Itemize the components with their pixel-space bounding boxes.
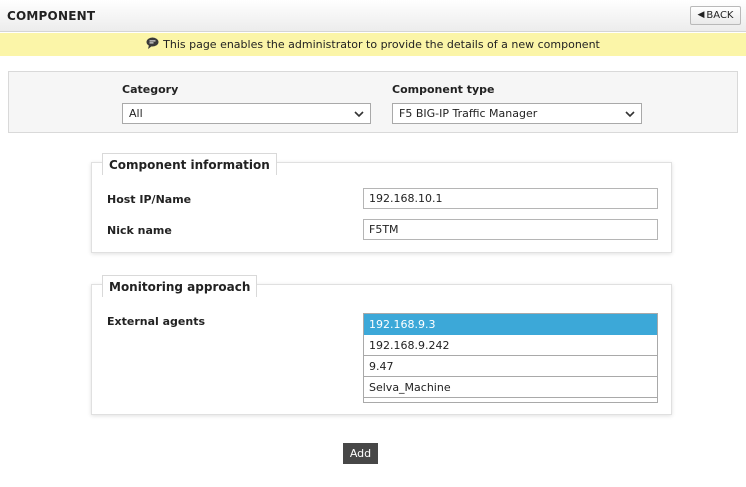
external-agents-label: External agents — [107, 315, 206, 328]
speech-bubble-icon — [146, 37, 159, 49]
agent-item[interactable]: Selva_Machine — [364, 377, 657, 398]
agent-item[interactable]: 192.168.9.3 — [364, 314, 657, 335]
component-type-select[interactable]: F5 BIG-IP Traffic Manager — [392, 103, 642, 124]
back-arrow-icon: ◀ — [697, 10, 705, 20]
page-header: COMPONENT ◀ BACK — [0, 0, 746, 32]
add-button[interactable]: Add — [343, 443, 378, 464]
host-input[interactable]: 192.168.10.1 — [363, 188, 658, 209]
category-select[interactable]: All — [122, 103, 371, 124]
info-message: This page enables the administrator to p… — [163, 38, 600, 51]
back-button[interactable]: ◀ BACK — [690, 6, 741, 25]
page-title: COMPONENT — [7, 9, 96, 23]
back-button-label: BACK — [706, 10, 734, 21]
component-type-select-value: F5 BIG-IP Traffic Manager — [399, 107, 538, 120]
monitoring-approach-section: Monitoring approach External agents 192.… — [91, 275, 672, 415]
nick-name-label: Nick name — [107, 224, 172, 237]
component-information-legend: Component information — [102, 153, 277, 175]
host-label: Host IP/Name — [107, 193, 192, 206]
category-label: Category — [122, 83, 179, 96]
component-information-section: Component information Host IP/Name 192.1… — [91, 153, 672, 253]
component-selector-panel: Category All Component type F5 BIG-IP Tr… — [8, 71, 738, 133]
chevron-down-icon — [354, 111, 364, 118]
nick-name-input[interactable]: F5TM — [363, 219, 658, 240]
chevron-down-icon — [625, 111, 635, 118]
external-agents-list[interactable]: 192.168.9.3 192.168.9.242 9.47 Selva_Mac… — [363, 313, 658, 403]
monitoring-approach-legend: Monitoring approach — [102, 275, 258, 297]
agent-item[interactable]: 9.47 — [364, 356, 657, 377]
category-select-value: All — [129, 107, 143, 120]
info-bar: This page enables the administrator to p… — [0, 33, 746, 56]
component-type-label: Component type — [392, 83, 495, 96]
agent-item[interactable]: 192.168.9.242 — [364, 335, 657, 356]
